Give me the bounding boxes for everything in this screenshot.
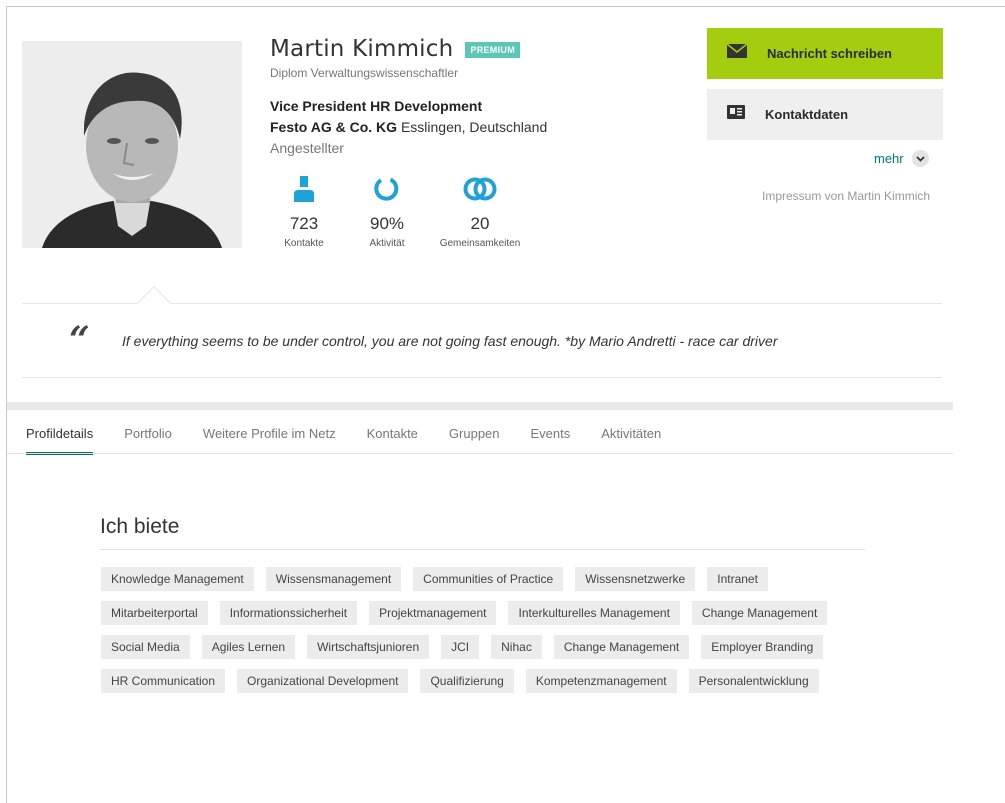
skill-tag[interactable]: Change Management	[553, 635, 690, 659]
skill-tag[interactable]: Interkulturelles Management	[508, 601, 680, 625]
skill-tag[interactable]: Social Media	[101, 635, 190, 659]
overlap-rings-icon	[432, 174, 528, 204]
quote-text: If everything seems to be under control,…	[122, 333, 778, 349]
skill-tag[interactable]: Projektmanagement	[369, 601, 497, 625]
contact-details-button[interactable]: Kontaktdaten	[707, 89, 943, 140]
skill-tag[interactable]: Kompetenzmanagement	[525, 669, 677, 693]
profile-name: Martin Kimmich	[270, 36, 454, 62]
profile-photo	[22, 41, 242, 248]
skill-tag[interactable]: Nihac	[491, 635, 542, 659]
stat-contacts-label: Kontakte	[284, 238, 324, 249]
impressum-link[interactable]: Impressum von Martin Kimmich	[762, 189, 930, 203]
tab-profildetails[interactable]: Profildetails	[26, 410, 94, 455]
company-line: Festo AG & Co. KG Esslingen, Deutschland	[270, 119, 547, 135]
skill-tag[interactable]: Communities of Practice	[413, 567, 564, 591]
skill-tag[interactable]: Agiles Lernen	[201, 635, 296, 659]
skill-tag[interactable]: JCI	[441, 635, 480, 659]
send-message-button[interactable]: Nachricht schreiben	[707, 28, 943, 79]
skill-tag[interactable]: Wissensmanagement	[265, 567, 402, 591]
quote-pointer	[137, 286, 171, 320]
company-name[interactable]: Festo AG & Co. KG	[270, 119, 397, 135]
skill-tag[interactable]: Wissensnetzwerke	[575, 567, 696, 591]
skill-tag[interactable]: HR Communication	[101, 669, 226, 693]
contact-card-icon	[727, 105, 745, 124]
stat-common-label: Gemeinsamkeiten	[439, 238, 521, 249]
tab-aktivitaeten[interactable]: Aktivitäten	[601, 410, 661, 454]
chevron-down-icon	[911, 150, 929, 167]
tab-portfolio[interactable]: Portfolio	[124, 410, 172, 454]
stat-activity-value: 90%	[369, 214, 405, 233]
offers-tag-list: Knowledge Management Wissensmanagement C…	[101, 567, 841, 693]
stat-contacts[interactable]: 723 Kontakte	[278, 174, 330, 249]
offers-divider	[100, 549, 865, 550]
profile-degree: Diplom Verwaltungswissenschaftler	[270, 66, 459, 80]
stat-contacts-value: 723	[289, 214, 319, 233]
offers-title: Ich biete	[100, 515, 180, 538]
send-message-label: Nachricht schreiben	[767, 46, 892, 61]
stat-common[interactable]: 20 Gemeinsamkeiten	[432, 174, 528, 249]
skill-tag[interactable]: Organizational Development	[237, 669, 409, 693]
stat-activity[interactable]: 90% Aktivität	[362, 174, 412, 249]
envelope-icon	[726, 43, 748, 63]
skill-tag[interactable]: Intranet	[707, 567, 768, 591]
more-toggle[interactable]: mehr	[874, 150, 929, 167]
tabs-underline	[7, 453, 953, 454]
skill-tag[interactable]: Informationssicherheit	[219, 601, 358, 625]
skill-tag[interactable]: Knowledge Management	[101, 567, 254, 591]
stat-common-value: 20	[470, 214, 490, 233]
skill-tag[interactable]: Wirtschaftsjunioren	[307, 635, 430, 659]
skill-tag[interactable]: Change Management	[691, 601, 828, 625]
tab-gruppen[interactable]: Gruppen	[449, 410, 500, 454]
frame-border-top	[6, 6, 1005, 7]
person-icon	[278, 174, 330, 204]
tab-events[interactable]: Events	[531, 410, 571, 454]
more-label: mehr	[874, 151, 904, 166]
contact-details-label: Kontaktdaten	[765, 107, 849, 122]
tab-kontakte[interactable]: Kontakte	[367, 410, 418, 454]
skill-tag[interactable]: Employer Branding	[701, 635, 824, 659]
stat-activity-label: Aktivität	[369, 238, 405, 249]
profile-tabs: Profildetails Portfolio Weitere Profile …	[26, 410, 692, 455]
tab-weitere-profile[interactable]: Weitere Profile im Netz	[203, 410, 336, 454]
job-title: Vice President HR Development	[270, 98, 483, 114]
employment-status: Angestellter	[270, 140, 344, 156]
section-divider	[7, 402, 953, 410]
activity-ring-icon	[362, 174, 412, 204]
name-row: Martin Kimmich PREMIUM	[270, 36, 520, 62]
skill-tag[interactable]: Mitarbeiterportal	[101, 601, 208, 625]
company-location: Esslingen, Deutschland	[400, 119, 548, 135]
skill-tag[interactable]: Personalentwicklung	[688, 669, 819, 693]
skill-tag[interactable]: Qualifizierung	[420, 669, 514, 693]
quote-icon: “	[69, 319, 90, 361]
quote-box: “ If everything seems to be under contro…	[22, 286, 942, 378]
premium-badge: PREMIUM	[465, 41, 520, 58]
